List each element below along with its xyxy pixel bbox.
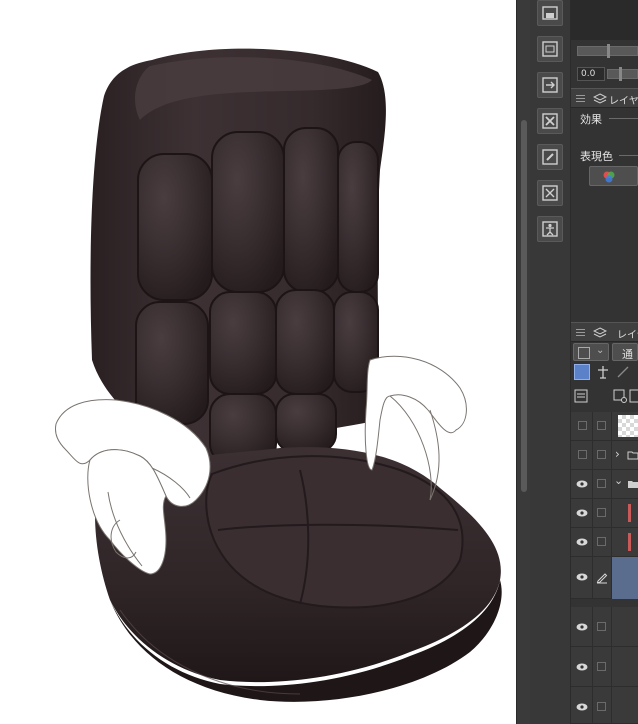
clip-layer-icon[interactable] xyxy=(574,364,590,380)
effect-label: 効果 xyxy=(580,113,602,126)
eye-icon[interactable] xyxy=(576,537,588,547)
layer-command-bar xyxy=(530,0,571,724)
new-vector-layer-icon[interactable] xyxy=(629,389,638,403)
tab-layer-label: レイヤ xyxy=(617,330,638,341)
selected-layer-highlight xyxy=(612,557,638,599)
panel-menu-icon[interactable] xyxy=(576,95,585,104)
convert-layer-icon[interactable] xyxy=(537,72,563,98)
drawing-canvas[interactable] xyxy=(0,0,516,724)
pen-edit-icon xyxy=(596,573,608,584)
layer-row-folder-open[interactable]: ⌄ xyxy=(571,470,638,499)
rotation-slider-knob[interactable] xyxy=(607,44,610,58)
expression-color-dropdown[interactable] xyxy=(589,166,638,186)
save-layer-icon[interactable] xyxy=(537,0,563,26)
lock-toggle[interactable] xyxy=(597,421,606,430)
layer-panels: 0.0 レイヤ 効果 表現色 レイヤ ⌄ 通 xyxy=(571,0,638,724)
layer-row-folder[interactable]: › xyxy=(571,441,638,470)
lock-toggle[interactable] xyxy=(597,622,606,631)
layer-row[interactable] xyxy=(571,607,638,647)
layer-row[interactable] xyxy=(571,412,638,441)
eye-icon[interactable] xyxy=(576,508,588,518)
layer-list-icon[interactable] xyxy=(574,389,588,403)
opacity-slider[interactable] xyxy=(607,69,638,79)
visibility-toggle[interactable] xyxy=(578,450,587,459)
scrollbar-thumb[interactable] xyxy=(521,120,527,492)
layer-color-swatch xyxy=(578,347,590,359)
chair-illustration xyxy=(55,48,502,702)
navigator-preview xyxy=(571,0,638,40)
lock-toggle[interactable] xyxy=(597,479,606,488)
new-layer-icon[interactable] xyxy=(613,389,627,403)
tab-layer-property[interactable]: レイヤ xyxy=(571,88,638,108)
lock-toggle[interactable] xyxy=(597,702,606,711)
folder-open-icon xyxy=(628,481,638,488)
layer-row[interactable] xyxy=(571,528,638,557)
visibility-toggle[interactable] xyxy=(578,421,587,430)
folder-icon xyxy=(627,451,638,460)
figure-pose-icon[interactable] xyxy=(537,216,563,242)
eye-icon[interactable] xyxy=(576,479,588,489)
expression-color-divider xyxy=(619,155,638,156)
layer-thumbnail xyxy=(618,415,638,437)
chevron-down-icon: ⌄ xyxy=(596,345,605,356)
tab-layer-property-label: レイヤ xyxy=(609,96,638,107)
eye-icon[interactable] xyxy=(576,572,588,582)
effect-divider xyxy=(609,118,638,119)
lock-toggle[interactable] xyxy=(597,662,606,671)
tab-layer[interactable]: レイヤ xyxy=(571,322,638,342)
blend-mode-dropdown[interactable]: 通 xyxy=(612,343,638,361)
lock-toggle[interactable] xyxy=(597,508,606,517)
layer-panel-menu-icon[interactable] xyxy=(576,329,585,338)
blend-mode-value: 通 xyxy=(622,348,633,361)
draft-layer-icon[interactable] xyxy=(615,364,631,380)
layer-color-marker xyxy=(628,504,631,522)
eye-icon[interactable] xyxy=(576,662,588,672)
layer-row[interactable] xyxy=(571,687,638,724)
layer-property-icon[interactable] xyxy=(537,36,563,62)
layer-list-visible: ⌄ xyxy=(571,470,638,724)
delete-layer-icon[interactable] xyxy=(537,180,563,206)
chevron-right-icon[interactable]: › xyxy=(615,447,620,461)
lock-toggle[interactable] xyxy=(597,450,606,459)
opacity-slider-knob[interactable] xyxy=(619,67,622,81)
clear-layer-icon[interactable] xyxy=(537,108,563,134)
expression-color-label: 表現色 xyxy=(580,150,613,163)
edit-layer-icon[interactable] xyxy=(537,144,563,170)
layer-color-dropdown[interactable]: ⌄ xyxy=(573,343,609,361)
eye-icon[interactable] xyxy=(576,702,588,712)
layer-row[interactable] xyxy=(571,499,638,528)
color-mode-icon xyxy=(603,171,615,183)
layer-row[interactable] xyxy=(571,647,638,687)
reference-layer-icon[interactable] xyxy=(595,364,611,380)
layer-stack-icon xyxy=(593,93,607,104)
lock-toggle[interactable] xyxy=(597,537,606,546)
layer-stack-icon xyxy=(593,327,607,338)
eye-icon[interactable] xyxy=(576,622,588,632)
layer-row-selected[interactable] xyxy=(571,557,638,599)
opacity-value-field[interactable]: 0.0 xyxy=(577,67,605,81)
layer-color-marker xyxy=(628,533,631,551)
canvas-scrollbar[interactable] xyxy=(516,0,531,724)
chevron-down-icon[interactable]: ⌄ xyxy=(614,474,623,487)
